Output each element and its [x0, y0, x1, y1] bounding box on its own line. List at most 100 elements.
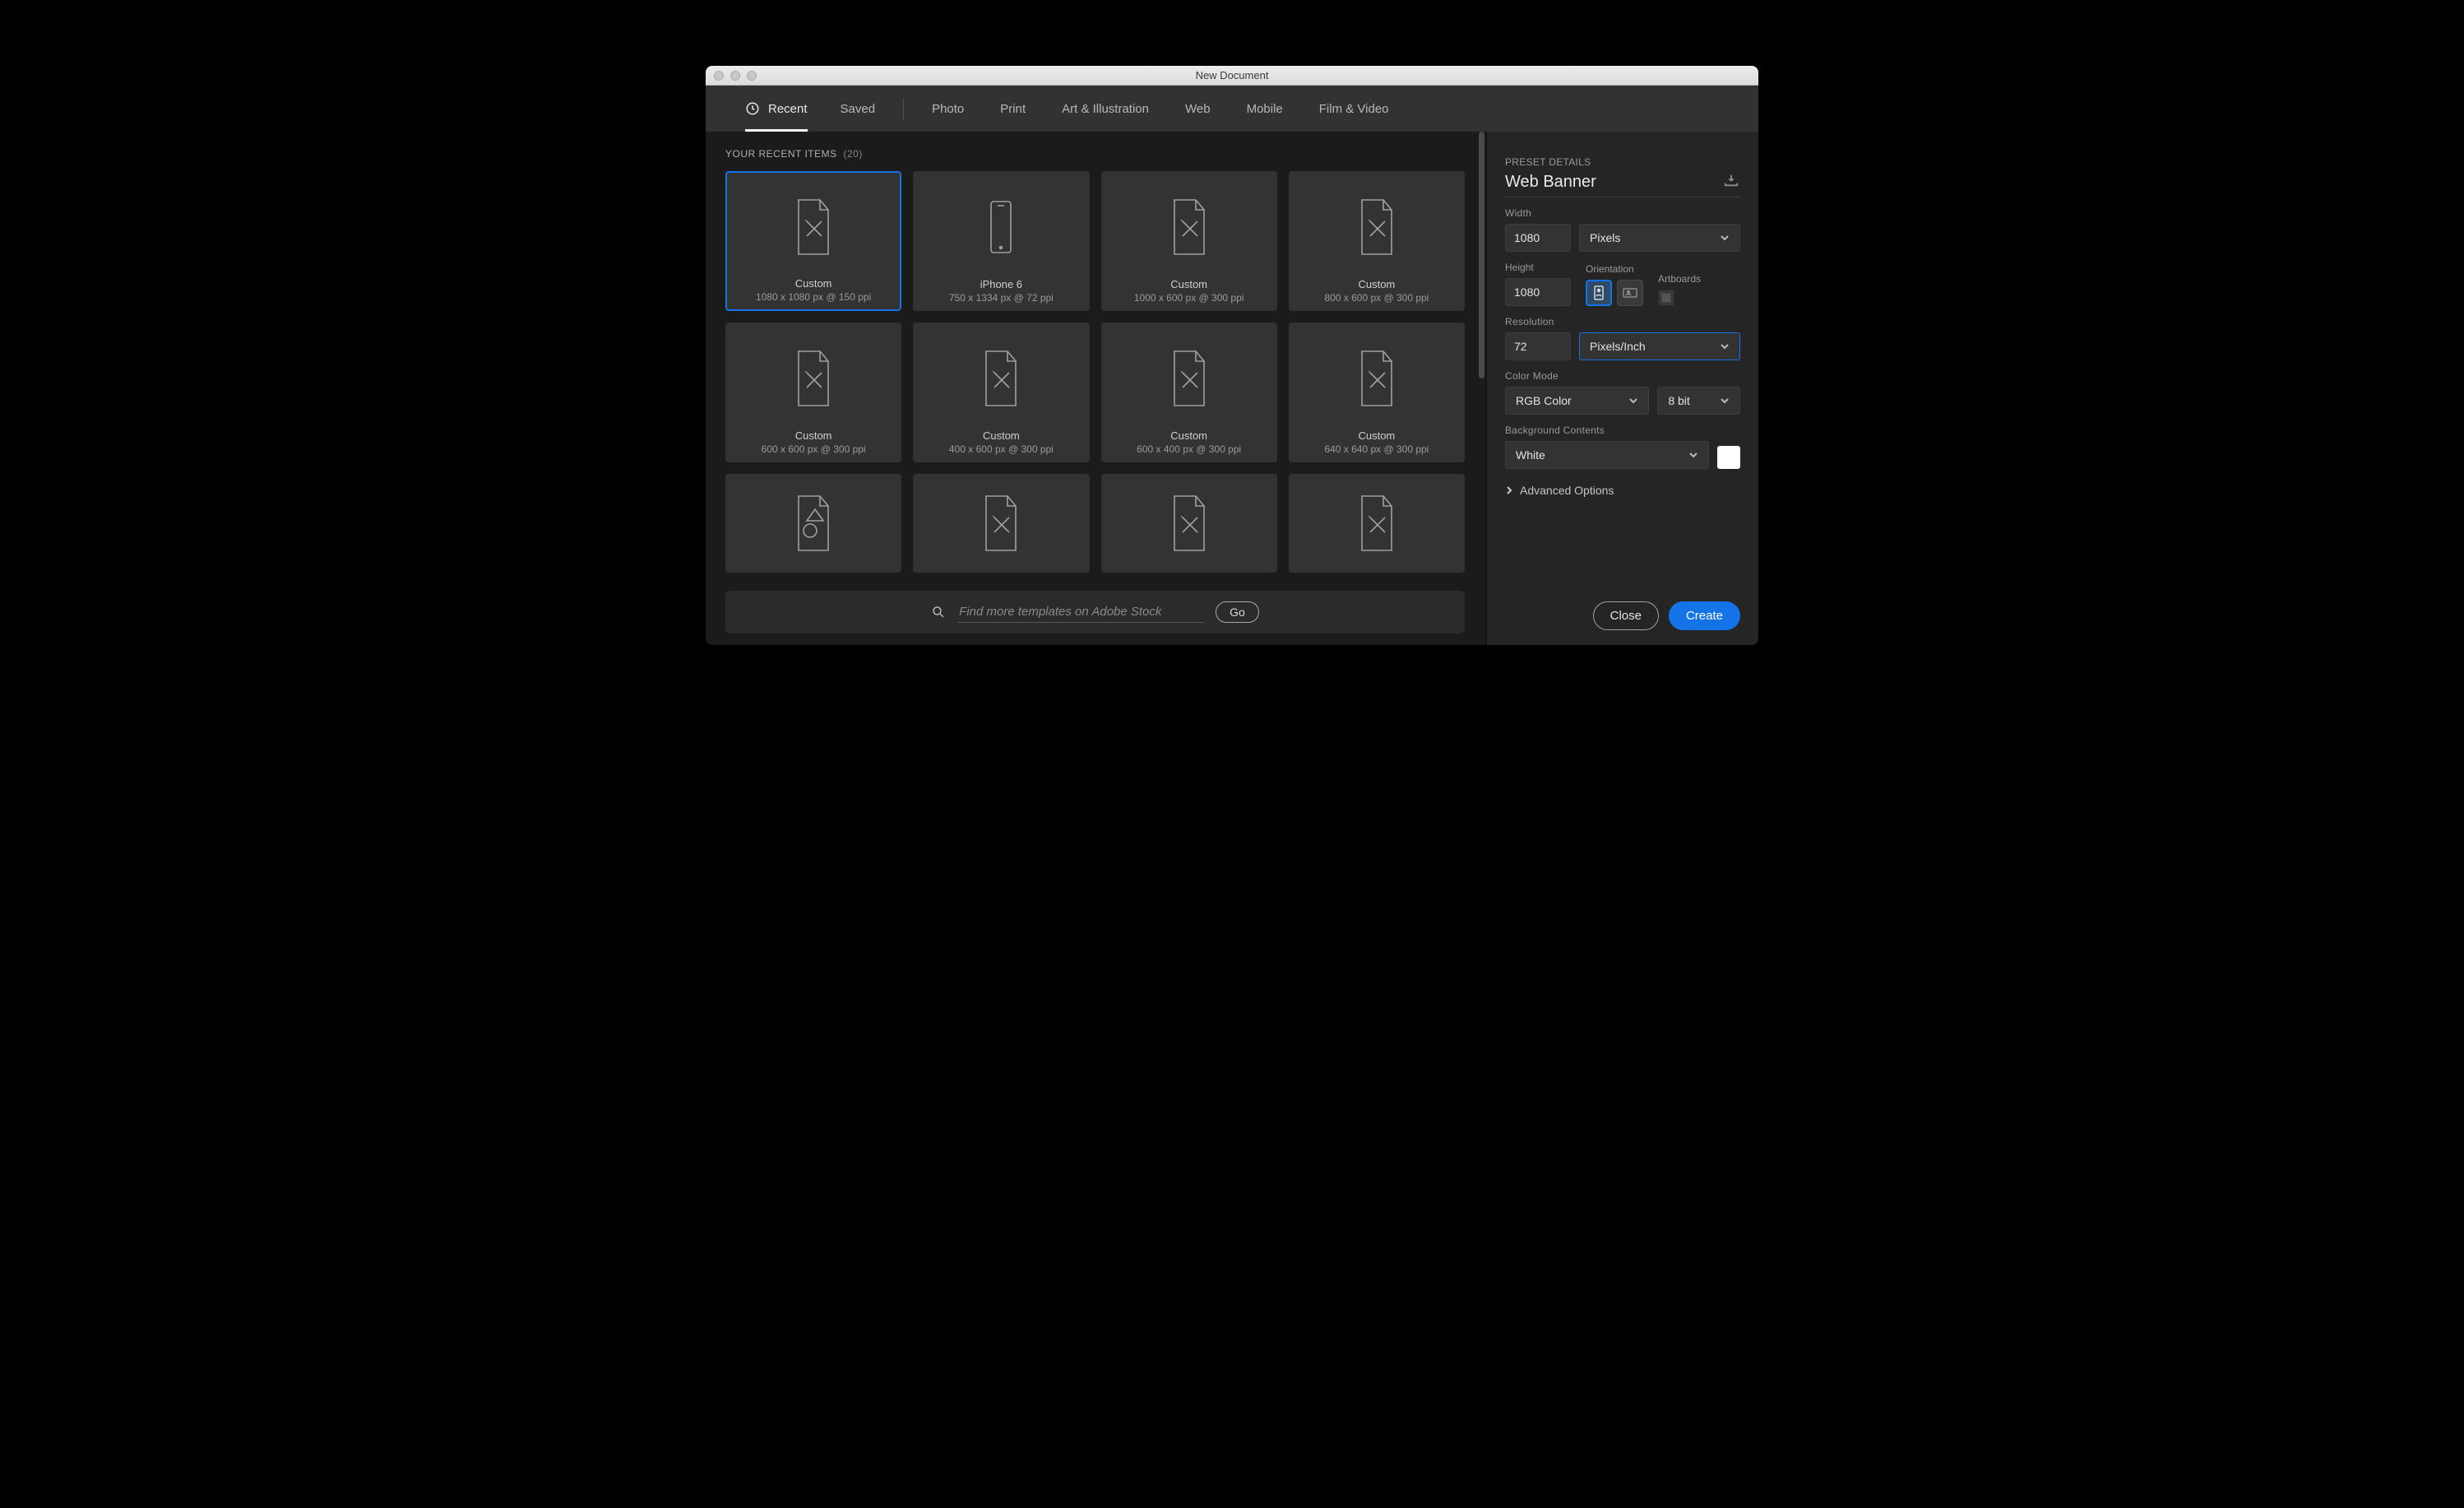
preset-dimensions: 600 x 600 px @ 300 ppi	[762, 443, 866, 455]
tab-photo[interactable]: Photo	[914, 86, 982, 132]
close-button[interactable]: Close	[1593, 601, 1659, 630]
recent-items-heading: YOUR RECENT ITEMS (20)	[725, 148, 1475, 160]
chevron-down-icon	[1628, 396, 1638, 406]
document-icon	[731, 330, 896, 426]
window-controls[interactable]	[714, 71, 757, 81]
preset-title: Custom	[795, 277, 832, 290]
create-button[interactable]: Create	[1669, 601, 1740, 630]
tab-print[interactable]: Print	[982, 86, 1044, 132]
recent-items-count: (20)	[843, 148, 862, 160]
preset-dimensions: 640 x 640 px @ 300 ppi	[1324, 443, 1429, 455]
preset-card[interactable]: iPhone 6 750 x 1334 px @ 72 ppi	[913, 171, 1089, 311]
document-icon	[919, 330, 1083, 426]
bit-depth-select[interactable]: 8 bit	[1657, 387, 1740, 415]
orientation-landscape-button[interactable]	[1617, 280, 1643, 306]
preset-card[interactable]: Custom400 x 600 px @ 300 ppi	[913, 322, 1089, 462]
document-icon	[1107, 179, 1271, 275]
width-label: Width	[1505, 207, 1740, 219]
preset-card[interactable]	[1289, 474, 1465, 573]
tab-divider	[903, 98, 904, 119]
advanced-options-toggle[interactable]: Advanced Options	[1505, 484, 1740, 497]
preset-dimensions: 400 x 600 px @ 300 ppi	[949, 443, 1054, 455]
tab-art-illustration[interactable]: Art & Illustration	[1044, 86, 1167, 132]
document-icon	[1295, 481, 1459, 565]
window-title: New Document	[1196, 69, 1269, 81]
zoom-window-icon[interactable]	[747, 71, 757, 81]
titlebar: New Document	[706, 66, 1758, 86]
preset-title: Custom	[1170, 278, 1207, 290]
landscape-icon	[1623, 287, 1637, 299]
resolution-input[interactable]	[1505, 332, 1571, 360]
stock-search-go-button[interactable]: Go	[1216, 601, 1259, 623]
preset-card[interactable]	[913, 474, 1089, 573]
document-shape-icon	[731, 481, 896, 565]
preset-dimensions: 800 x 600 px @ 300 ppi	[1324, 292, 1429, 304]
category-tabs: Recent Saved Photo Print Art & Illustrat…	[706, 86, 1758, 132]
background-color-swatch[interactable]	[1717, 446, 1740, 469]
preset-card[interactable]: Custom640 x 640 px @ 300 ppi	[1289, 322, 1465, 462]
resolution-label: Resolution	[1505, 316, 1740, 327]
tab-recent[interactable]: Recent	[730, 86, 822, 132]
preset-card[interactable]: Custom 800 x 600 px @ 300 ppi	[1289, 171, 1465, 311]
orientation-portrait-button[interactable]	[1586, 280, 1612, 306]
resolution-units-select[interactable]: Pixels/Inch	[1579, 332, 1740, 360]
preset-title: Custom	[795, 429, 832, 442]
color-mode-select[interactable]: RGB Color	[1505, 387, 1649, 415]
tab-saved[interactable]: Saved	[822, 86, 894, 132]
document-icon	[1107, 330, 1271, 426]
document-icon	[1295, 179, 1459, 275]
minimize-window-icon[interactable]	[730, 71, 740, 81]
height-label: Height	[1505, 262, 1571, 273]
tab-film-video[interactable]: Film & Video	[1301, 86, 1407, 132]
background-label: Background Contents	[1505, 425, 1740, 436]
preset-title: Custom	[1358, 278, 1395, 290]
chevron-down-icon	[1720, 233, 1730, 243]
preset-dimensions: 1080 x 1080 px @ 150 ppi	[756, 291, 871, 303]
document-icon	[1107, 481, 1271, 565]
preset-card[interactable]: Custom 1000 x 600 px @ 300 ppi	[1101, 171, 1277, 311]
dialog-footer: Close Create	[1505, 601, 1740, 630]
preset-card[interactable]	[725, 474, 901, 573]
preset-card[interactable]: Custom1080 x 1080 px @ 150 ppi	[725, 171, 901, 311]
preset-card[interactable]	[1101, 474, 1277, 573]
chevron-down-icon	[1688, 450, 1698, 460]
scrollbar[interactable]	[1479, 132, 1484, 579]
preset-grid: Custom1080 x 1080 px @ 150 ppiiPhone 675…	[725, 171, 1475, 579]
preset-card[interactable]: Custom600 x 600 px @ 300 ppi	[725, 322, 901, 462]
background-select[interactable]: White	[1505, 441, 1709, 469]
preset-browser: YOUR RECENT ITEMS (20) Custom1080 x 1080…	[706, 132, 1487, 645]
artboards-checkbox[interactable]	[1658, 290, 1674, 306]
recent-icon	[745, 101, 760, 116]
tab-web[interactable]: Web	[1167, 86, 1229, 132]
units-select[interactable]: Pixels	[1579, 224, 1740, 252]
document-icon	[919, 481, 1083, 565]
document-icon	[732, 179, 895, 274]
close-window-icon[interactable]	[714, 71, 724, 81]
preset-details-panel: PRESET DETAILS Width Pixels Height	[1487, 132, 1758, 645]
tab-mobile[interactable]: Mobile	[1229, 86, 1301, 132]
preset-dimensions: 750 x 1334 px @ 72 ppi	[949, 292, 1054, 304]
preset-dimensions: 600 x 400 px @ 300 ppi	[1137, 443, 1241, 455]
chevron-right-icon	[1505, 486, 1513, 494]
color-mode-label: Color Mode	[1505, 370, 1740, 382]
checkbox-icon	[1660, 292, 1672, 304]
height-input[interactable]	[1505, 278, 1571, 306]
width-input[interactable]	[1505, 224, 1571, 252]
stock-search-input[interactable]	[957, 601, 1204, 623]
preset-title: Custom	[1358, 429, 1395, 442]
stock-search-bar: Go	[725, 591, 1465, 633]
document-icon	[1295, 330, 1459, 426]
save-preset-icon[interactable]	[1722, 173, 1740, 192]
chevron-down-icon	[1720, 396, 1730, 406]
preset-title: Custom	[1170, 429, 1207, 442]
orientation-label: Orientation	[1586, 263, 1643, 275]
preset-details-heading: PRESET DETAILS	[1505, 156, 1740, 168]
new-document-dialog: New Document Recent Saved Photo Print Ar…	[706, 66, 1758, 645]
preset-title: iPhone 6	[980, 278, 1022, 290]
preset-card[interactable]: Custom600 x 400 px @ 300 ppi	[1101, 322, 1277, 462]
phone-icon	[919, 179, 1083, 275]
preset-dimensions: 1000 x 600 px @ 300 ppi	[1134, 292, 1244, 304]
portrait-icon	[1593, 285, 1605, 300]
chevron-down-icon	[1720, 341, 1730, 351]
preset-name-input[interactable]	[1505, 173, 1722, 192]
